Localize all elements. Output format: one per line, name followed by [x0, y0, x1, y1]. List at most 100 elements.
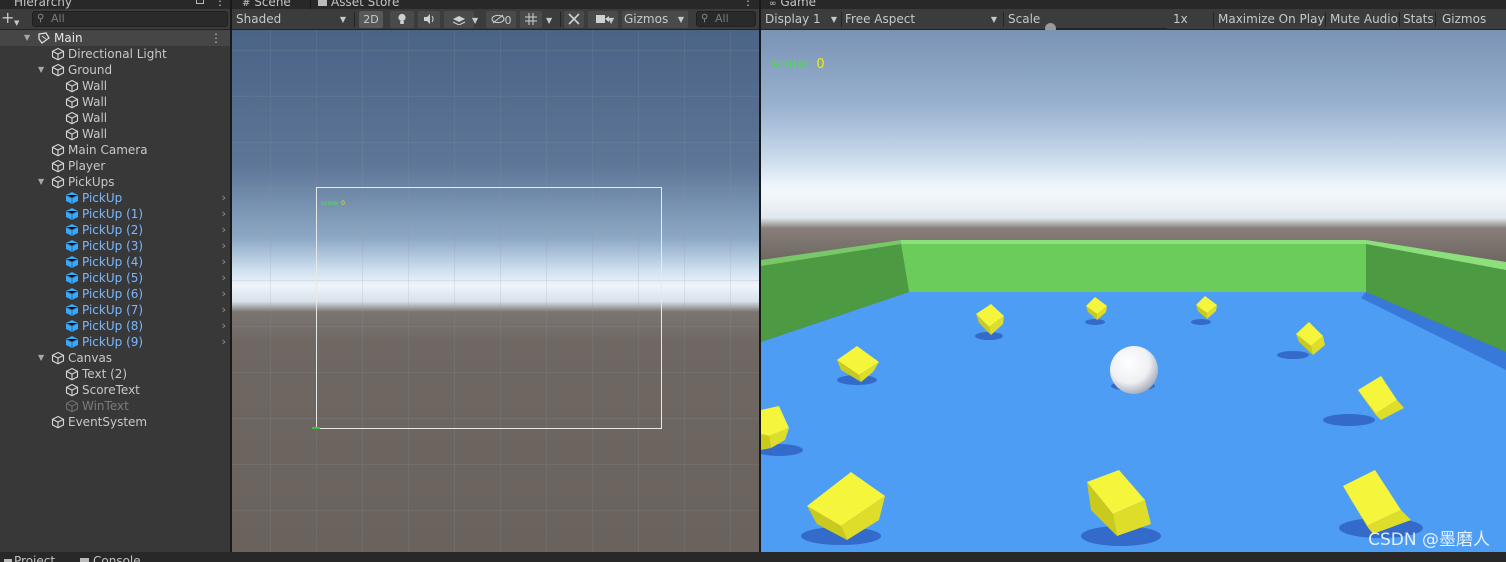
- hierarchy-toolbar: + ▼ ⚲ All: [0, 9, 230, 30]
- effects-dropdown[interactable]: [444, 11, 474, 28]
- prefab-open-chevron-icon[interactable]: ›: [222, 286, 226, 302]
- shading-mode-dropdown[interactable]: Shaded ▼: [236, 9, 350, 30]
- tab-asset-store[interactable]: Asset Store: [318, 0, 399, 9]
- prefab-open-chevron-icon[interactable]: ›: [222, 318, 226, 334]
- prefab-open-chevron-icon[interactable]: ›: [222, 254, 226, 270]
- prefab-open-chevron-icon[interactable]: ›: [222, 222, 226, 238]
- aspect-dropdown[interactable]: Free Aspect ▼: [845, 9, 999, 30]
- hierarchy-item[interactable]: PickUp (2) ›: [0, 222, 230, 238]
- gameobject-cube-icon: [51, 47, 65, 61]
- scene-menu-icon[interactable]: ⋮: [210, 30, 222, 46]
- shading-mode-label: Shaded: [236, 12, 282, 26]
- more-icon[interactable]: ⋮: [214, 0, 226, 8]
- hierarchy-item-label: PickUps: [68, 175, 115, 189]
- hierarchy-item[interactable]: ▼ Ground: [0, 62, 230, 78]
- stats-toggle[interactable]: Stats: [1403, 9, 1434, 30]
- maximize-on-play-toggle[interactable]: Maximize On Play: [1218, 9, 1325, 30]
- scene-search-input[interactable]: ⚲ All: [696, 11, 756, 27]
- hierarchy-item[interactable]: ▼ PickUps: [0, 174, 230, 190]
- tab-console[interactable]: Console: [80, 554, 141, 562]
- scene-viewport[interactable]: score: 0: [232, 30, 759, 552]
- hierarchy-item[interactable]: WinText: [0, 398, 230, 414]
- grid-toggle[interactable]: [520, 11, 542, 28]
- mode-2d-button[interactable]: 2D: [359, 11, 383, 28]
- create-button[interactable]: + ▼: [0, 10, 24, 28]
- hierarchy-item[interactable]: Wall: [0, 94, 230, 110]
- hierarchy-item[interactable]: PickUp (3) ›: [0, 238, 230, 254]
- scale-label: Scale: [1008, 12, 1041, 26]
- hierarchy-item[interactable]: Directional Light: [0, 46, 230, 62]
- hierarchy-item[interactable]: PickUp (7) ›: [0, 302, 230, 318]
- plus-icon: +: [1, 8, 15, 27]
- gameobject-cube-icon: [65, 383, 79, 397]
- fold-arrow-icon[interactable]: ▼: [38, 350, 44, 366]
- hierarchy-item[interactable]: ScoreText: [0, 382, 230, 398]
- gameobject-cube-icon: [51, 143, 65, 157]
- hierarchy-item[interactable]: Player: [0, 158, 230, 174]
- mute-audio-toggle[interactable]: Mute Audio: [1330, 9, 1398, 30]
- tab-scene[interactable]: # Scene: [242, 0, 291, 9]
- hidden-count: 0: [504, 14, 512, 27]
- tools-button[interactable]: [564, 11, 584, 28]
- hierarchy-item[interactable]: Text (2): [0, 366, 230, 382]
- fold-arrow-icon[interactable]: ▼: [38, 174, 44, 190]
- dropdown-caret-icon[interactable]: ▼: [472, 9, 478, 30]
- prefab-cube-icon: [65, 335, 79, 349]
- hierarchy-search-input[interactable]: ⚲ All: [32, 11, 228, 27]
- scene-toolbar: Shaded ▼ 2D ▼ 0 ▼ ▼ Gizmos ▼ ⚲ All: [232, 9, 759, 30]
- display-dropdown[interactable]: Display 1 ▼: [765, 9, 839, 30]
- hierarchy-item-label: PickUp (6): [82, 287, 144, 301]
- speaker-icon: [424, 14, 434, 24]
- tab-game[interactable]: ∞ Game: [769, 0, 816, 9]
- scene-row[interactable]: ▼ Main ⋮: [0, 30, 230, 46]
- prefab-open-chevron-icon[interactable]: ›: [222, 270, 226, 286]
- prefab-open-chevron-icon[interactable]: ›: [222, 302, 226, 318]
- hierarchy-item[interactable]: PickUp (8) ›: [0, 318, 230, 334]
- dropdown-caret-icon[interactable]: ▼: [546, 9, 552, 30]
- back-wall-top: [901, 240, 1366, 244]
- fold-arrow-icon[interactable]: ▼: [38, 62, 44, 78]
- scene-view: # Scene Asset Store ⋮ Shaded ▼ 2D ▼ 0 ▼ …: [232, 0, 759, 552]
- hierarchy-item[interactable]: Wall: [0, 78, 230, 94]
- game-tab-bar: ∞ Game: [761, 0, 1506, 9]
- hierarchy-item[interactable]: ▼ Canvas: [0, 350, 230, 366]
- game-gizmos-dropdown[interactable]: Gizmos: [1442, 9, 1504, 30]
- prefab-open-chevron-icon[interactable]: ›: [222, 334, 226, 350]
- hierarchy-item-label: PickUp (1): [82, 207, 144, 221]
- lock-icon[interactable]: [196, 0, 204, 4]
- hierarchy-item-label: EventSystem: [68, 415, 148, 429]
- hierarchy-item[interactable]: PickUp ›: [0, 190, 230, 206]
- hierarchy-item-label: Wall: [82, 111, 108, 125]
- hierarchy-item[interactable]: Main Camera: [0, 142, 230, 158]
- hierarchy-item[interactable]: Wall: [0, 126, 230, 142]
- hierarchy-item-label: PickUp (2): [82, 223, 144, 237]
- game-viewport[interactable]: score: 0 CSDN @墨磨人: [761, 30, 1506, 552]
- prefab-open-chevron-icon[interactable]: ›: [222, 190, 226, 206]
- hierarchy-item[interactable]: EventSystem: [0, 414, 230, 430]
- tab-scene-label: Scene: [254, 0, 291, 9]
- prefab-open-chevron-icon[interactable]: ›: [222, 206, 226, 222]
- hierarchy-item[interactable]: PickUp (1) ›: [0, 206, 230, 222]
- hierarchy-item-label: PickUp (8): [82, 319, 144, 333]
- hierarchy-item[interactable]: Wall: [0, 110, 230, 126]
- fold-arrow-icon[interactable]: ▼: [24, 30, 30, 46]
- lighting-toggle[interactable]: [390, 11, 414, 28]
- hierarchy-item-label: Wall: [82, 95, 108, 109]
- more-icon[interactable]: ⋮: [742, 0, 754, 8]
- game-view: ∞ Game Display 1 ▼ Free Aspect ▼ Scale 1…: [761, 0, 1506, 552]
- search-icon: ⚲: [701, 13, 709, 24]
- audio-toggle[interactable]: [418, 11, 440, 28]
- hierarchy-item[interactable]: PickUp (4) ›: [0, 254, 230, 270]
- hidden-objects-toggle[interactable]: 0: [486, 11, 516, 28]
- hierarchy-item[interactable]: PickUp (5) ›: [0, 270, 230, 286]
- prefab-open-chevron-icon[interactable]: ›: [222, 238, 226, 254]
- hierarchy-item[interactable]: PickUp (9) ›: [0, 334, 230, 350]
- hierarchy-item[interactable]: PickUp (6) ›: [0, 286, 230, 302]
- gizmos-dropdown[interactable]: Gizmos ▼: [622, 11, 688, 28]
- player-ball: [1110, 346, 1158, 394]
- tab-hierarchy[interactable]: Hierarchy: [14, 0, 72, 9]
- tab-project[interactable]: Project: [4, 554, 55, 562]
- score-label: score:: [771, 57, 811, 72]
- tab-console-label: Console: [93, 554, 141, 562]
- score-value: 0: [816, 57, 825, 72]
